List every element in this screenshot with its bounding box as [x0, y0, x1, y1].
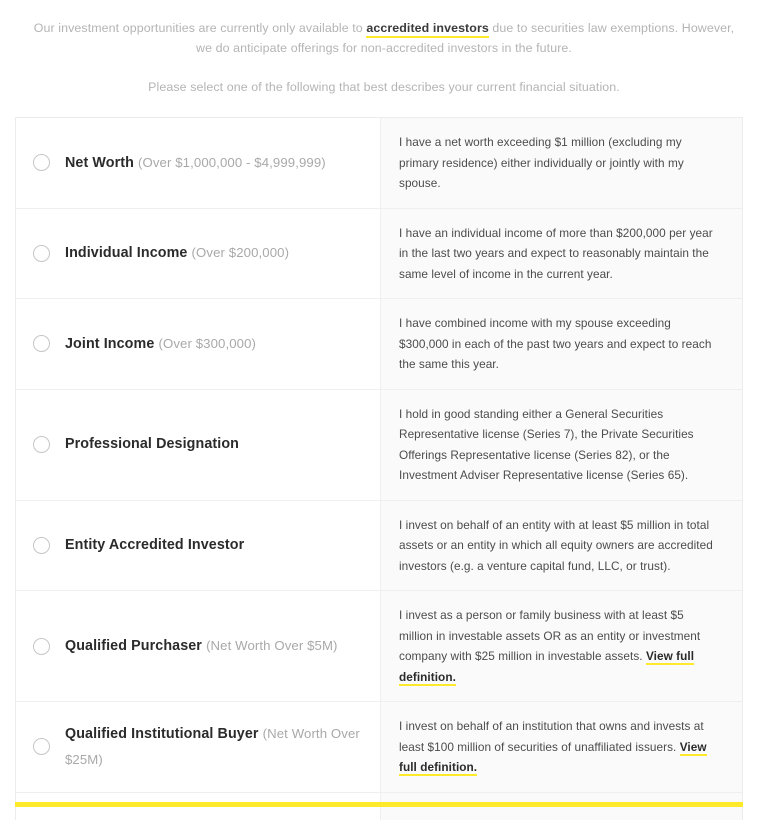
option-left-cell[interactable]: Individual Income (Over $200,000) — [16, 208, 381, 298]
option-left-cell[interactable]: Joint Income (Over $300,000) — [16, 299, 381, 389]
radio-button-5[interactable] — [33, 637, 50, 655]
option-title: Individual Income — [65, 245, 188, 262]
option-row[interactable]: Qualified Purchaser (Net Worth Over $5M)… — [16, 591, 742, 702]
option-title: Entity Accredited Investor — [65, 536, 245, 553]
radio-button-1[interactable] — [33, 244, 50, 262]
option-qualifier: (Over $300,000) — [158, 335, 256, 351]
option-left-cell[interactable]: Professional Designation — [16, 389, 381, 500]
option-description: I invest as a person or family business … — [399, 605, 718, 687]
radio-button-3[interactable] — [33, 436, 50, 453]
option-title: Qualified Institutional Buyer — [65, 725, 259, 742]
option-qualifier: (Over $1,000,000 - $4,999,999) — [138, 154, 326, 170]
option-left-cell[interactable]: Qualified Institutional Buyer (Net Worth… — [16, 702, 381, 792]
radio-button-6[interactable] — [33, 738, 50, 756]
option-description-text: I have an individual income of more than… — [399, 225, 713, 281]
radio-button-0[interactable] — [33, 154, 50, 172]
option-description-cell: I hold in good standing either a General… — [381, 389, 742, 500]
option-description-text: I invest on behalf of an entity with at … — [399, 517, 713, 573]
option-row[interactable]: Professional Designation I hold in good s… — [16, 389, 742, 501]
intro-paragraph-1: Our investment opportunities are current… — [30, 18, 738, 58]
option-qualifier: (Net Worth Over $5M) — [206, 638, 338, 653]
option-title: Qualified Purchaser — [65, 638, 202, 654]
option-title: Joint Income — [65, 335, 155, 352]
intro-text-before-link: Our investment opportunities are current… — [33, 21, 367, 35]
bottom-accent-bar — [15, 802, 743, 807]
intro-paragraph-2: Please select one of the following that … — [148, 80, 620, 94]
accreditation-options-list: Net Worth (Over $1,000,000 - $4,999,999)… — [15, 117, 743, 820]
option-description-cell: I have an individual income of more than… — [381, 208, 742, 298]
option-left-cell[interactable]: Entity Accredited Investor — [16, 500, 381, 590]
option-description: I have combined income with my spouse ex… — [399, 313, 718, 375]
option-description: I have an individual income of more than… — [399, 223, 718, 285]
option-description-text: I have combined income with my spouse ex… — [399, 316, 712, 371]
option-description: I invest on behalf of an institution tha… — [399, 716, 718, 778]
option-description-cell: I invest on behalf of an entity with at … — [381, 500, 742, 590]
option-row[interactable]: Entity Accredited Investor I invest on be… — [16, 500, 742, 591]
radio-button-2[interactable] — [33, 335, 50, 353]
option-row[interactable]: Individual Income (Over $200,000) I have … — [16, 208, 742, 299]
option-description-cell: I have combined income with my spouse ex… — [381, 299, 742, 389]
radio-button-4[interactable] — [33, 536, 50, 554]
option-label: Qualified Purchaser (Net Worth Over $5M) — [65, 633, 338, 659]
option-description-text: I invest on behalf of an institution tha… — [399, 719, 704, 754]
accreditation-selection-page: Our investment opportunities are current… — [0, 0, 768, 820]
option-label: Professional Designation — [65, 432, 239, 457]
option-description-cell: I invest on behalf of an institution tha… — [381, 702, 742, 792]
option-description-cell: I have a net worth exceeding $1 million … — [381, 118, 742, 208]
option-title: Professional Designation — [65, 436, 239, 452]
option-label: Net Worth (Over $1,000,000 - $4,999,999) — [65, 150, 326, 176]
option-description: I invest on behalf of an entity with at … — [399, 515, 718, 577]
option-description: I have a net worth exceeding $1 million … — [399, 132, 718, 194]
option-title: Net Worth — [65, 154, 134, 171]
option-description-text: I have a net worth exceeding $1 million … — [399, 135, 684, 190]
option-row[interactable]: Qualified Institutional Buyer (Net Worth… — [16, 702, 742, 793]
option-left-cell[interactable]: Net Worth (Over $1,000,000 - $4,999,999) — [16, 118, 381, 208]
intro-copy: Our investment opportunities are current… — [0, 0, 768, 97]
option-label: Qualified Institutional Buyer (Net Worth… — [65, 721, 362, 773]
option-description-text: I hold in good standing either a General… — [399, 406, 694, 483]
option-description-cell: I invest as a person or family business … — [381, 591, 742, 701]
accredited-investors-link[interactable]: accredited investors — [366, 21, 489, 38]
option-qualifier: (Over $200,000) — [191, 245, 290, 261]
option-left-cell[interactable]: Qualified Purchaser (Net Worth Over $5M) — [16, 591, 381, 701]
option-label: Joint Income (Over $300,000) — [65, 331, 256, 357]
option-description: I hold in good standing either a General… — [399, 404, 718, 486]
option-row[interactable]: Joint Income (Over $300,000) I have combi… — [16, 299, 742, 390]
option-label: Individual Income (Over $200,000) — [65, 240, 289, 266]
option-row[interactable]: Net Worth (Over $1,000,000 - $4,999,999)… — [16, 118, 742, 209]
option-label: Entity Accredited Investor — [65, 533, 244, 558]
